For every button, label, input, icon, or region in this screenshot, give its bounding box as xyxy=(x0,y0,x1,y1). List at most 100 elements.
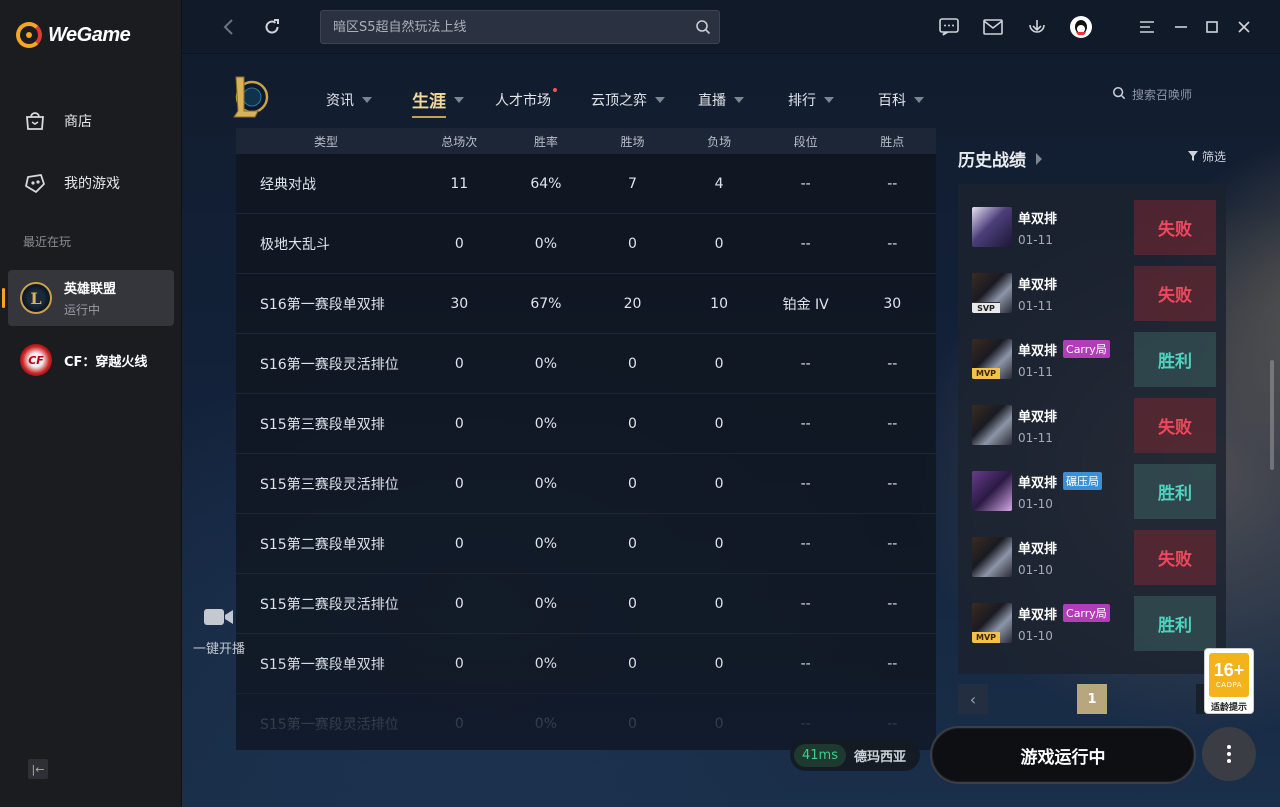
table-cell: -- xyxy=(887,235,898,252)
nav-label: 生涯 xyxy=(412,92,446,112)
table-cell: 0 xyxy=(454,355,464,372)
qq-avatar-icon[interactable] xyxy=(1068,14,1094,40)
match-date: 01-11 xyxy=(1018,364,1053,379)
age-rating-badge[interactable]: 16+ CADPA 适龄提示 xyxy=(1204,648,1254,714)
match-result: 失败 xyxy=(1134,398,1216,453)
table-cell: 67% xyxy=(530,295,562,312)
table-cell: 4 xyxy=(714,175,724,192)
filter-button[interactable]: 筛选 xyxy=(1187,148,1226,165)
sidebar-game-cf[interactable]: CF CF：穿越火线 xyxy=(8,332,174,388)
wegame-logo[interactable]: WeGame xyxy=(16,22,131,48)
column-header: 总场次 xyxy=(441,134,478,149)
menu-icon[interactable] xyxy=(1134,14,1160,40)
mail-icon[interactable] xyxy=(980,14,1006,40)
sidebar: WeGame 商店 我的游戏 最近在玩 L 英雄联盟 运行中 CF CF：穿越火… xyxy=(0,0,182,807)
match-mode: 单双排 xyxy=(1018,409,1058,425)
match-item[interactable]: MVP 单双排 Carry局 01-11 胜利 xyxy=(958,326,1226,392)
prev-page-icon[interactable]: ‹ xyxy=(958,684,988,714)
refresh-icon[interactable] xyxy=(259,14,285,40)
more-options-icon[interactable] xyxy=(1202,727,1256,781)
match-result: 胜利 xyxy=(1134,332,1216,387)
match-item[interactable]: 单双排 01-11 失败 xyxy=(958,194,1226,260)
nav-label: 百科 xyxy=(878,93,906,109)
champion-avatar xyxy=(972,207,1012,247)
scrollbar[interactable] xyxy=(1270,360,1274,470)
match-item[interactable]: 单双排 01-10 失败 xyxy=(958,524,1226,590)
table-cell: 30 xyxy=(883,295,902,312)
page-number[interactable]: 1 xyxy=(1077,684,1107,714)
mvp-badge: MVP xyxy=(972,632,1000,643)
table-cell: 64% xyxy=(530,175,562,192)
table-cell: 0 xyxy=(714,535,724,552)
wegame-logo-icon xyxy=(16,22,42,48)
summoner-search-placeholder: 搜索召唤师 xyxy=(1132,88,1193,102)
table-cell: 0 xyxy=(714,355,724,372)
table-cell: 0 xyxy=(454,715,464,732)
table-cell: 11 xyxy=(450,175,469,192)
table-cell: -- xyxy=(800,175,811,192)
match-item[interactable]: MVP 单双排 Carry局 01-10 胜利 xyxy=(958,590,1226,656)
maximize-icon[interactable] xyxy=(1199,14,1225,40)
match-date: 01-10 xyxy=(1018,496,1053,511)
summoner-search[interactable]: 搜索召唤师 xyxy=(1112,86,1192,103)
recent-played-label: 最近在玩 xyxy=(23,235,72,249)
champion-avatar xyxy=(972,405,1012,445)
column-header: 胜场 xyxy=(620,134,645,149)
sidebar-item-label: 商店 xyxy=(64,114,92,130)
match-item[interactable]: 单双排 碾压局 01-10 胜利 xyxy=(958,458,1226,524)
column-header: 负场 xyxy=(707,134,732,149)
table-cell: 0 xyxy=(714,475,724,492)
sidebar-game-lol[interactable]: L 英雄联盟 运行中 xyxy=(2,270,174,326)
table-cell: S15第三赛段单双排 xyxy=(260,416,385,433)
sidebar-item-store[interactable]: 商店 xyxy=(22,108,92,134)
table-cell: -- xyxy=(887,595,898,612)
nav-wiki[interactable]: 百科 xyxy=(878,90,924,110)
match-list: 单双排 01-11 失败 SVP 单双排 01-11 失败 MVP 单双排 Ca… xyxy=(958,184,1226,674)
minimize-icon[interactable] xyxy=(1168,14,1194,40)
match-history-title[interactable]: 历史战绩 xyxy=(958,146,1042,171)
table-row: S16第一赛段单双排 30 67% 20 10 铂金 IV 30 xyxy=(236,274,936,334)
game-running-button[interactable]: 游戏运行中 xyxy=(930,726,1196,784)
shopping-bag-icon xyxy=(22,108,48,134)
nav-news[interactable]: 资讯 xyxy=(326,90,372,110)
nav-tft[interactable]: 云顶之弈 xyxy=(591,90,665,110)
nav-label: 云顶之弈 xyxy=(591,93,647,109)
lol-game-icon: L xyxy=(20,282,52,314)
lol-logo-icon[interactable] xyxy=(230,72,270,120)
table-cell: 30 xyxy=(450,295,469,312)
server-status[interactable]: 41ms 德玛西亚 xyxy=(790,739,920,771)
match-result: 失败 xyxy=(1134,200,1216,255)
one-click-live-button[interactable]: 一键开播 xyxy=(190,606,248,657)
back-icon[interactable] xyxy=(216,14,242,40)
nav-rank[interactable]: 排行 xyxy=(788,90,834,110)
table-cell: 0 xyxy=(628,655,637,672)
table-cell: 铂金 IV xyxy=(782,296,829,313)
sidebar-item-my-games[interactable]: 我的游戏 xyxy=(22,170,120,196)
column-header: 胜率 xyxy=(533,134,558,149)
table-row: S15第三赛段单双排 0 0% 0 0 -- -- xyxy=(236,394,936,454)
table-cell: 0% xyxy=(534,535,557,552)
download-icon[interactable] xyxy=(1024,14,1050,40)
close-icon[interactable] xyxy=(1231,14,1257,40)
table-row: S15第二赛段灵活排位 0 0% 0 0 -- -- xyxy=(236,574,936,634)
match-item[interactable]: SVP 单双排 01-11 失败 xyxy=(958,260,1226,326)
chevron-down-icon xyxy=(734,97,744,103)
table-header: 类型 总场次 胜率 胜场 负场 段位 胜点 xyxy=(236,128,936,154)
global-search-input[interactable] xyxy=(321,11,719,43)
match-mode: 单双排 xyxy=(1018,541,1058,557)
age-rating-org: CADPA xyxy=(1215,681,1243,689)
match-date: 01-11 xyxy=(1018,430,1053,445)
table-cell: 0 xyxy=(714,655,724,672)
nav-live[interactable]: 直播 xyxy=(698,90,744,110)
collapse-sidebar-icon[interactable]: |← xyxy=(28,759,48,779)
search-icon[interactable] xyxy=(695,19,711,39)
table-cell: -- xyxy=(887,415,898,432)
table-cell: -- xyxy=(800,355,811,372)
nav-talent-market[interactable]: 人才市场 xyxy=(495,88,557,110)
table-cell: -- xyxy=(887,355,898,372)
chat-icon[interactable] xyxy=(936,14,962,40)
nav-career[interactable]: 生涯 xyxy=(412,87,464,118)
chevron-down-icon xyxy=(362,97,372,103)
match-item[interactable]: 单双排 01-11 失败 xyxy=(958,392,1226,458)
table-cell: 0% xyxy=(534,415,557,432)
